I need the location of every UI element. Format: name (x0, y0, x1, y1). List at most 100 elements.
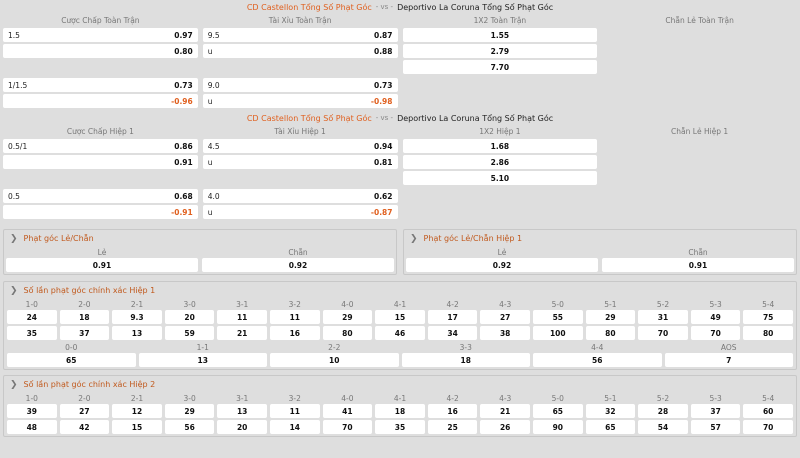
odds-cell[interactable]: 18 (401, 353, 530, 367)
odds-cell[interactable]: 90 (532, 420, 583, 434)
odds-cell[interactable]: -0.91 (3, 205, 198, 219)
column-header: 1X2 Hiệp 1 (479, 127, 521, 136)
odds-cell[interactable]: 34 (427, 326, 478, 340)
odds-cell[interactable]: 7 (664, 353, 793, 367)
odds-cell[interactable]: 54 (638, 420, 688, 434)
odds-cell[interactable]: 59 (164, 326, 215, 340)
odds-cell[interactable]: 27 (480, 310, 530, 324)
odds-cell[interactable]: 65 (532, 404, 583, 418)
odds-cell[interactable]: 65 (7, 353, 136, 367)
odds-cell[interactable]: 55 (532, 310, 583, 324)
odds-cell[interactable]: 29 (164, 404, 215, 418)
odds-cell[interactable]: 14 (269, 420, 320, 434)
odds-cell[interactable]: 18 (375, 404, 425, 418)
odds-cell[interactable]: 0.91 (3, 155, 198, 169)
section-header[interactable]: ❯ Số lần phạt góc chính xác Hiệp 2 (4, 376, 796, 393)
odds-cell[interactable]: 57 (690, 420, 741, 434)
odds-cell[interactable]: 11 (269, 310, 320, 324)
odds-cell[interactable]: 16 (427, 404, 478, 418)
odds-cell[interactable]: 80 (322, 326, 373, 340)
odds-cell[interactable]: 17 (427, 310, 478, 324)
odds-cell[interactable]: 20 (164, 310, 215, 324)
odds-cell[interactable]: 27 (59, 404, 110, 418)
odds-cell[interactable]: 20 (217, 420, 267, 434)
odds-cell[interactable]: 56 (164, 420, 215, 434)
odds-cell[interactable]: 46 (375, 326, 425, 340)
odds-cell[interactable]: 35 (375, 420, 425, 434)
odds-cell[interactable]: 10 (270, 353, 399, 367)
odds-cell[interactable]: 24 (7, 310, 57, 324)
odds-cell[interactable]: 0.92 (202, 258, 394, 272)
odds-cell[interactable]: 56 (533, 353, 662, 367)
odds-cell[interactable]: 75 (743, 310, 793, 324)
odds-cell[interactable]: 41 (322, 404, 373, 418)
section-header[interactable]: ❯ Phạt góc Lẻ/Chẵn (4, 230, 396, 247)
odds-cell[interactable]: 1.55 (402, 28, 598, 42)
odds-cell[interactable]: 38 (480, 326, 530, 340)
odds-cell[interactable]: u 0.88 (202, 44, 398, 58)
odds-cell[interactable]: 0.91 (6, 258, 198, 272)
odds-cell[interactable]: 60 (743, 404, 793, 418)
odds-cell[interactable]: 29 (585, 310, 636, 324)
odds-cell[interactable]: 1.68 (402, 139, 598, 153)
odds-cell[interactable]: 0.5/1 0.86 (3, 139, 198, 153)
odds-cell[interactable]: 1/1.5 0.73 (3, 78, 198, 92)
odds-cell[interactable]: 49 (690, 310, 741, 324)
odds-cell[interactable]: 70 (322, 420, 373, 434)
odds-cell[interactable]: 21 (480, 404, 530, 418)
odds-cell[interactable]: 4.5 0.94 (202, 139, 398, 153)
odds-cell[interactable]: 5.10 (402, 171, 598, 185)
vs-label: - vs - (375, 3, 394, 11)
odds-cell[interactable]: 28 (638, 404, 688, 418)
odds-cell[interactable]: 9.3 (112, 310, 162, 324)
odds-cell[interactable]: 13 (217, 404, 267, 418)
odds-cell[interactable]: 16 (269, 326, 320, 340)
odds-cell[interactable]: -0.96 (3, 94, 198, 108)
score-header: 5-1 (604, 394, 617, 403)
odds-cell[interactable]: 2.86 (402, 155, 598, 169)
odds-cell[interactable]: 12 (112, 404, 162, 418)
odds-cell[interactable]: 70 (743, 420, 793, 434)
odds-cell[interactable]: 13 (112, 326, 162, 340)
odds-cell[interactable]: 13 (138, 353, 267, 367)
odds-cell[interactable]: 31 (638, 310, 688, 324)
odds-cell[interactable]: 15 (375, 310, 425, 324)
odds-cell[interactable]: 37 (59, 326, 110, 340)
odds-cell[interactable]: 0.5 0.68 (3, 189, 198, 203)
odds-cell[interactable]: 26 (480, 420, 530, 434)
odds-cell[interactable]: 11 (269, 404, 320, 418)
odds-cell[interactable]: 35 (7, 326, 57, 340)
odds-cell[interactable]: 39 (7, 404, 57, 418)
odds-cell[interactable]: 0.92 (406, 258, 598, 272)
odds-cell[interactable]: 80 (743, 326, 793, 340)
odds-cell[interactable]: 32 (585, 404, 636, 418)
odds-cell[interactable]: u 0.81 (202, 155, 398, 169)
odds-cell[interactable]: 42 (59, 420, 110, 434)
odds-cell[interactable]: 15 (112, 420, 162, 434)
score-header: 4-1 (393, 394, 407, 403)
section-header[interactable]: ❯ Số lần phạt góc chính xác Hiệp 1 (4, 282, 796, 299)
odds-cell[interactable]: 9.5 0.87 (202, 28, 398, 42)
odds-cell[interactable]: 25 (427, 420, 478, 434)
odds-cell[interactable]: 2.79 (402, 44, 598, 58)
odds-cell[interactable]: 0.91 (602, 258, 794, 272)
odds-cell[interactable]: 70 (690, 326, 741, 340)
odds-cell[interactable]: 80 (585, 326, 636, 340)
odds-cell[interactable]: 4.0 0.62 (202, 189, 398, 203)
odds-cell[interactable]: 29 (322, 310, 373, 324)
odds-cell[interactable]: 0.80 (3, 44, 198, 58)
odds-cell[interactable]: 100 (532, 326, 583, 340)
odds-cell[interactable]: u -0.98 (202, 94, 398, 108)
odds-cell[interactable]: 48 (7, 420, 57, 434)
odds-cell[interactable]: 7.70 (402, 60, 598, 74)
odds-cell[interactable]: 18 (59, 310, 110, 324)
odds-cell[interactable]: 65 (585, 420, 636, 434)
odds-cell[interactable]: u -0.87 (202, 205, 398, 219)
odds-cell[interactable]: 1.5 0.97 (3, 28, 198, 42)
odds-cell[interactable]: 11 (217, 310, 267, 324)
odds-cell[interactable]: 9.0 0.73 (202, 78, 398, 92)
odds-cell[interactable]: 21 (217, 326, 267, 340)
odds-cell[interactable]: 37 (690, 404, 741, 418)
section-header[interactable]: ❯ Phạt góc Lẻ/Chẵn Hiệp 1 (404, 230, 796, 247)
odds-cell[interactable]: 70 (638, 326, 688, 340)
